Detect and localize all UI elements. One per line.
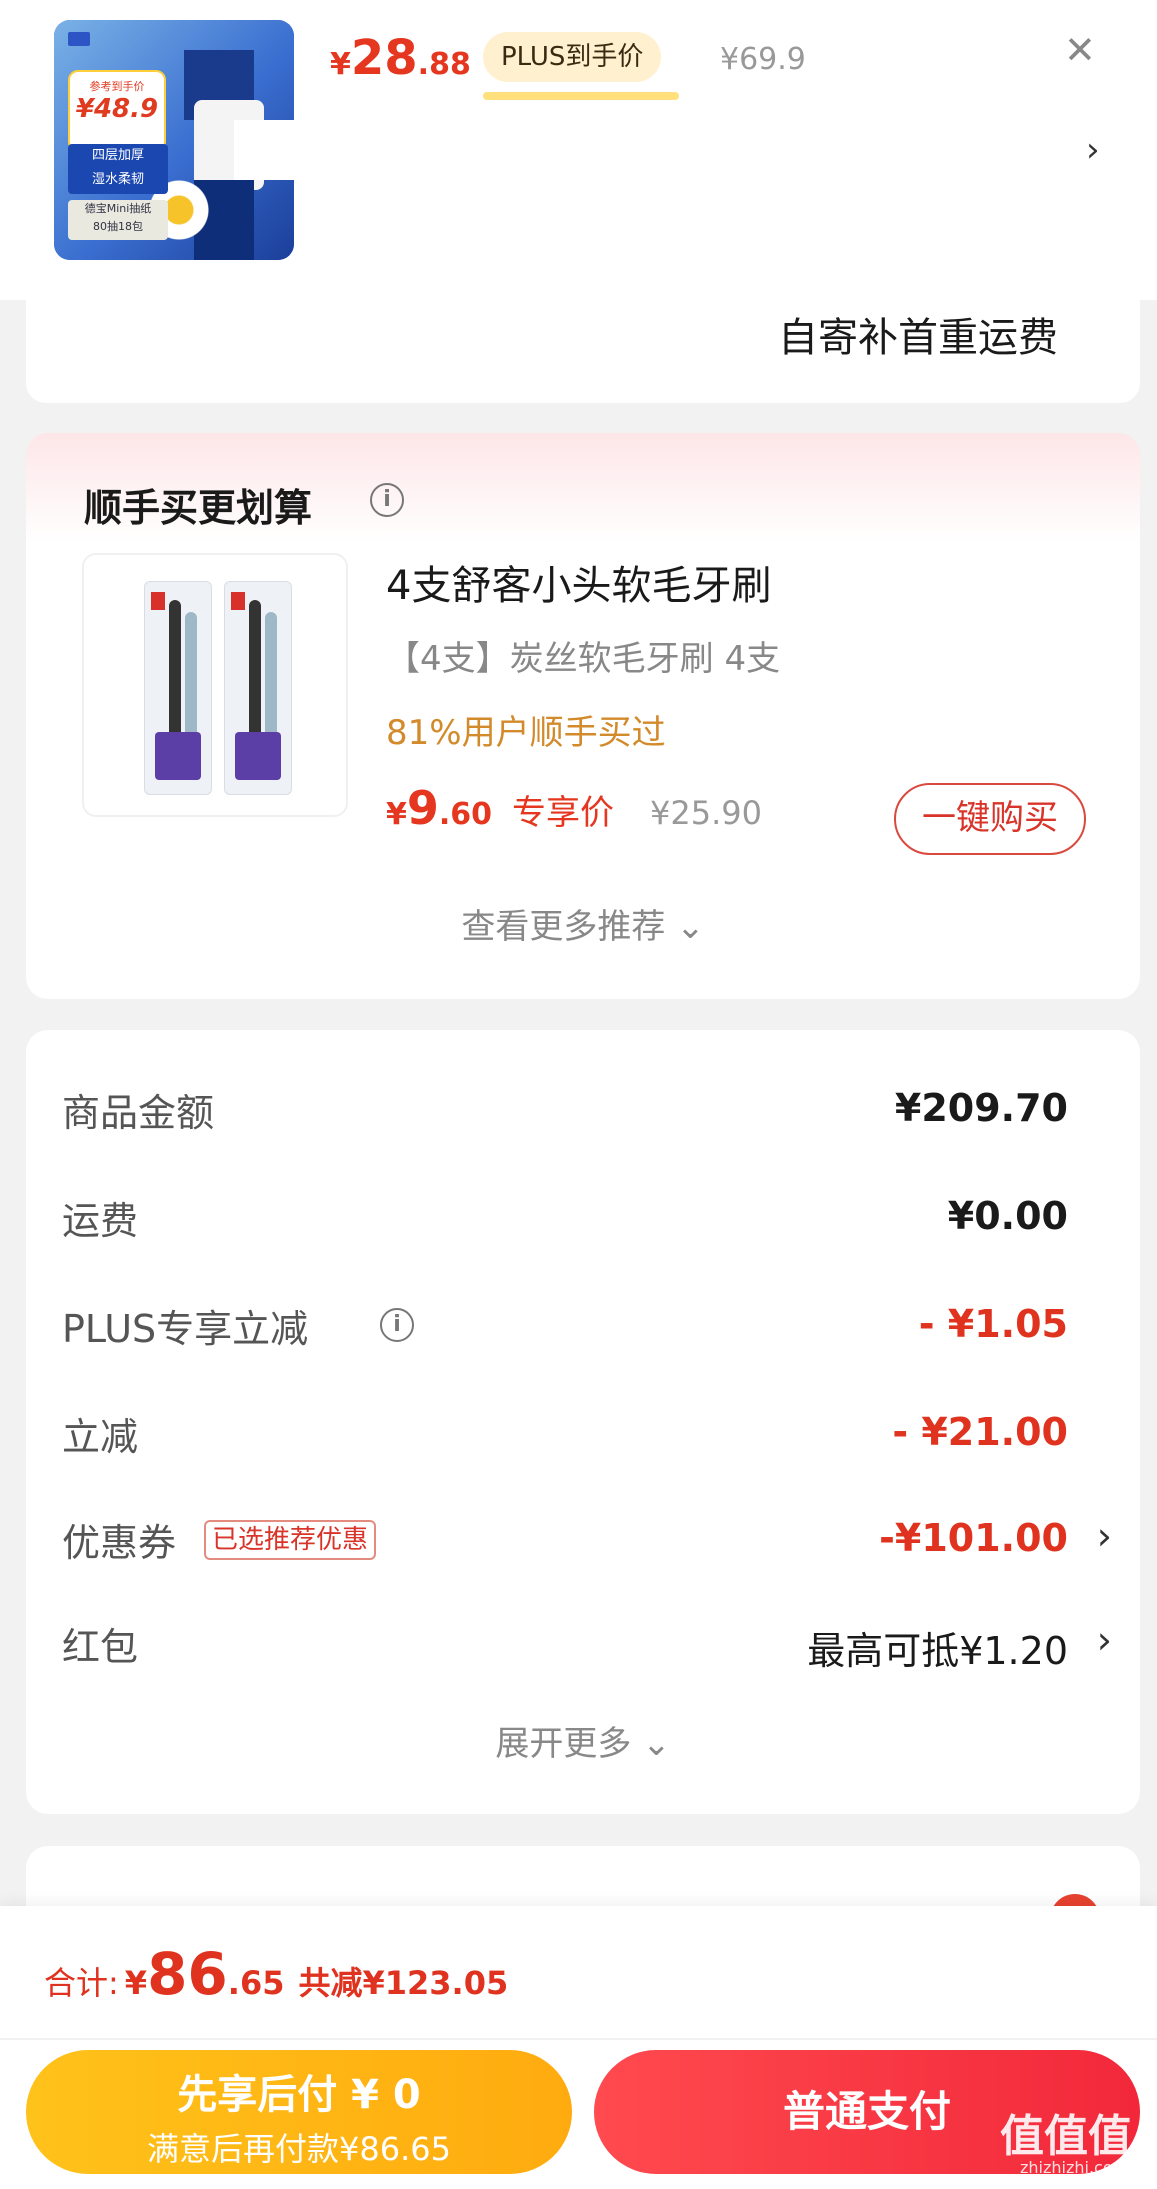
- thumb-spec-text: 德宝Mini抽纸 80抽18包: [68, 200, 168, 240]
- chevron-right-icon[interactable]: ›: [1086, 130, 1100, 170]
- order-total: 合计: ¥ 86 .65 共减¥123.05: [44, 1940, 509, 2008]
- exclusive-price-label: 专享价: [512, 793, 615, 833]
- one-click-buy-button[interactable]: 一键购买: [894, 783, 1086, 855]
- summary-row-plus-discount: PLUS专享立减 i - ¥1.05: [62, 1302, 1068, 1351]
- chevron-right-icon[interactable]: ›: [1097, 1514, 1112, 1558]
- close-icon[interactable]: ✕: [1064, 28, 1096, 72]
- cross-sell-product-spec: 【4支】炭丝软毛牙刷 4支: [386, 639, 781, 679]
- shipping-note: 自寄补首重运费: [778, 315, 1058, 361]
- watermark-logo: 值值值: [1000, 2111, 1132, 2162]
- checkout-bottom-bar: 合计: ¥ 86 .65 共减¥123.05 先享后付 ¥ 0 满意后再付款¥8…: [0, 1906, 1157, 2189]
- summary-row-goods-amount: 商品金额 ¥209.70: [62, 1086, 1068, 1135]
- checkout-page: 参考到手价 ¥48.9 四层加厚 湿水柔韧 德宝Mini抽纸 80抽18包 ¥ …: [0, 0, 1157, 2189]
- brand-logo: [68, 32, 90, 46]
- thumb-feature-text: 四层加厚 湿水柔韧: [68, 144, 168, 194]
- product-price: ¥ 28 .88: [330, 30, 471, 86]
- expand-more-button[interactable]: 展开更多 ⌄: [26, 1716, 1140, 1765]
- product-strip[interactable]: 参考到手价 ¥48.9 四层加厚 湿水柔韧 德宝Mini抽纸 80抽18包 ¥ …: [0, 0, 1157, 300]
- cross-sell-price: ¥ 9 .60 专享价 ¥25.90: [386, 781, 763, 835]
- cross-sell-bought-rate: 81%用户顺手买过: [386, 713, 666, 753]
- summary-row-red-packet[interactable]: 红包 最高可抵¥1.20 ›: [62, 1616, 1112, 1676]
- watermark-url: zhizhizhi.com: [1020, 2158, 1129, 2177]
- cross-sell-product-name[interactable]: 4支舒客小头软毛牙刷: [386, 553, 771, 611]
- pay-later-button[interactable]: 先享后付 ¥ 0 满意后再付款¥86.65: [26, 2050, 572, 2174]
- summary-row-shipping: 运费 ¥0.00: [62, 1194, 1068, 1243]
- shipping-card: 自寄补首重运费: [26, 295, 1140, 403]
- coupon-selected-badge: 已选推荐优惠: [204, 1520, 377, 1560]
- cross-sell-title: 顺手买更划算: [84, 486, 313, 530]
- see-more-recommendations[interactable]: 查看更多推荐 ⌄: [26, 899, 1140, 948]
- chevron-right-icon[interactable]: ›: [1097, 1618, 1112, 1662]
- summary-row-instant-discount: 立减 - ¥21.00: [62, 1410, 1068, 1459]
- cross-sell-card: 顺手买更划算 i 4支舒客小头软毛牙刷 【4支】炭丝软毛牙刷 4支 81%用户顺…: [26, 433, 1140, 999]
- plus-price-badge: PLUS到手价: [483, 32, 662, 82]
- plus-info-icon[interactable]: i: [380, 1308, 414, 1342]
- divider: [0, 2038, 1157, 2040]
- summary-row-coupon[interactable]: 优惠券 已选推荐优惠 -¥101.00 ›: [62, 1512, 1112, 1572]
- original-price: ¥69.9: [720, 42, 806, 77]
- info-icon[interactable]: i: [370, 483, 404, 517]
- cross-sell-original-price: ¥25.90: [650, 794, 763, 832]
- toothbrush-thumbnail[interactable]: [82, 553, 348, 817]
- plus-underline: [483, 92, 679, 100]
- order-summary-card: 商品金额 ¥209.70 运费 ¥0.00 PLUS专享立减 i - ¥1.05…: [26, 1030, 1140, 1814]
- thumb-price-tag: 参考到手价 ¥48.9: [68, 70, 166, 152]
- total-saved: 共减¥123.05: [298, 1964, 509, 2002]
- product-thumbnail[interactable]: 参考到手价 ¥48.9 四层加厚 湿水柔韧 德宝Mini抽纸 80抽18包: [54, 20, 294, 260]
- next-card-partial: [26, 1846, 1140, 1944]
